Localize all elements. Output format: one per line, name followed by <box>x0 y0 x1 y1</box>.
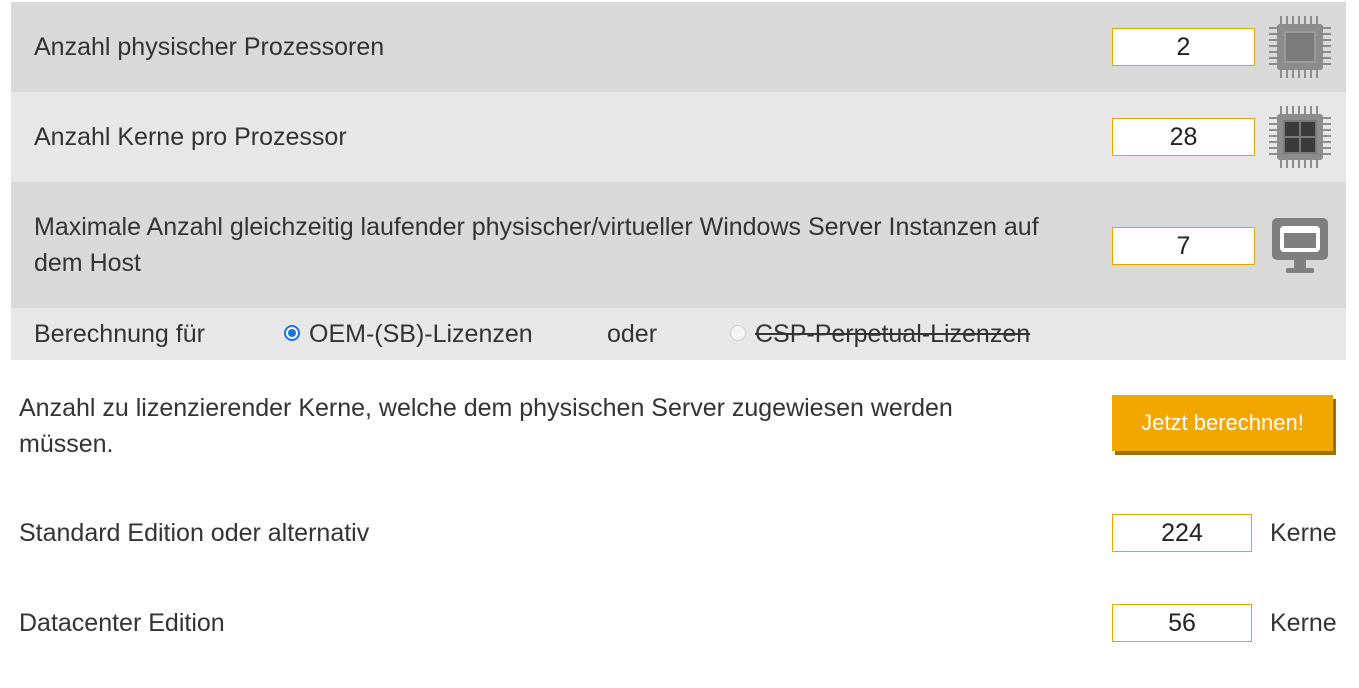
csp-radio[interactable] <box>730 325 746 341</box>
calculation-mode-row: Berechnung für OEM-(SB)-Lizenzen oder CS… <box>11 308 1346 360</box>
datacenter-unit-label: Kerne <box>1270 609 1337 637</box>
processors-input[interactable] <box>1112 28 1255 66</box>
instances-label: Maximale Anzahl gleichzeitig laufender p… <box>34 213 1039 277</box>
processors-label: Anzahl physischer Prozessoren <box>34 33 385 61</box>
instances-input[interactable] <box>1112 227 1255 265</box>
datacenter-edition-label: Datacenter Edition <box>19 609 225 637</box>
standard-edition-label: Standard Edition oder alternativ <box>19 519 370 547</box>
instances-row: Maximale Anzahl gleichzeitig laufender p… <box>11 182 1346 308</box>
cpu-chip-icon <box>1269 16 1331 83</box>
connector-text: oder <box>607 320 658 348</box>
csp-option-label[interactable]: CSP-Perpetual-Lizenzen <box>755 316 1030 352</box>
cores-row: Anzahl Kerne pro Prozessor <box>11 92 1346 182</box>
calculation-label: Berechnung für <box>34 320 205 348</box>
standard-unit-label: Kerne <box>1270 519 1337 547</box>
monitor-icon <box>1270 216 1330 281</box>
oem-option-label[interactable]: OEM-(SB)-Lizenzen <box>309 316 533 352</box>
multicore-chip-icon <box>1269 106 1331 173</box>
cores-input[interactable] <box>1112 118 1255 156</box>
processors-row: Anzahl physischer Prozessoren <box>11 2 1346 92</box>
result-intro-text: Anzahl zu lizenzierender Kerne, welche d… <box>19 394 953 458</box>
standard-cores-output[interactable] <box>1112 514 1252 552</box>
cores-label: Anzahl Kerne pro Prozessor <box>34 123 347 151</box>
oem-radio[interactable] <box>284 325 300 341</box>
datacenter-cores-output[interactable] <box>1112 604 1252 642</box>
calculate-button[interactable]: Jetzt berechnen! <box>1112 395 1333 451</box>
